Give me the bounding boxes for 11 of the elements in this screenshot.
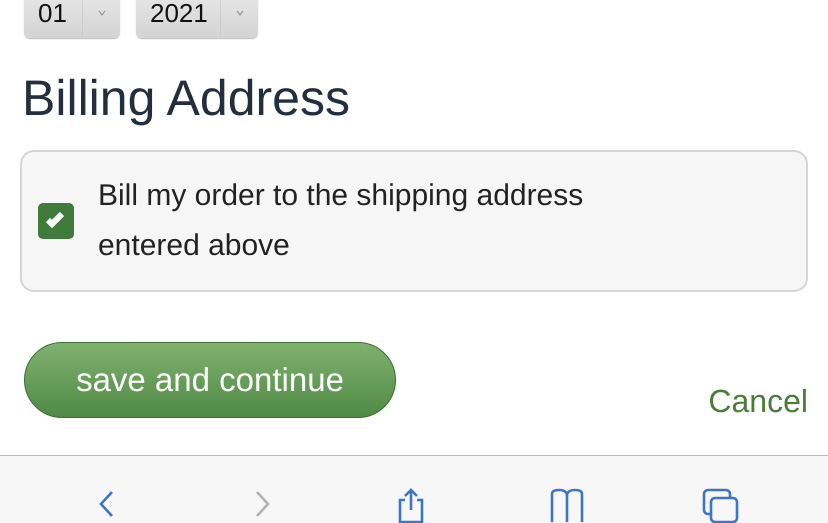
- tabs-icon[interactable]: [702, 488, 740, 523]
- dropdown-value: 2021: [149, 0, 209, 30]
- caret-icon: [236, 10, 244, 16]
- cancel-link[interactable]: Cancel: [708, 383, 808, 420]
- caret-icon: [98, 10, 106, 16]
- dropdown[interactable]: 01: [24, 0, 120, 38]
- dropdown[interactable]: 2021: [136, 0, 258, 38]
- section-title: Billing Address: [22, 69, 351, 128]
- checkbox-label: Bill my order to the shipping address entered above: [98, 178, 584, 264]
- checkbox[interactable]: [38, 203, 74, 239]
- dropdown-value: 01: [37, 0, 68, 30]
